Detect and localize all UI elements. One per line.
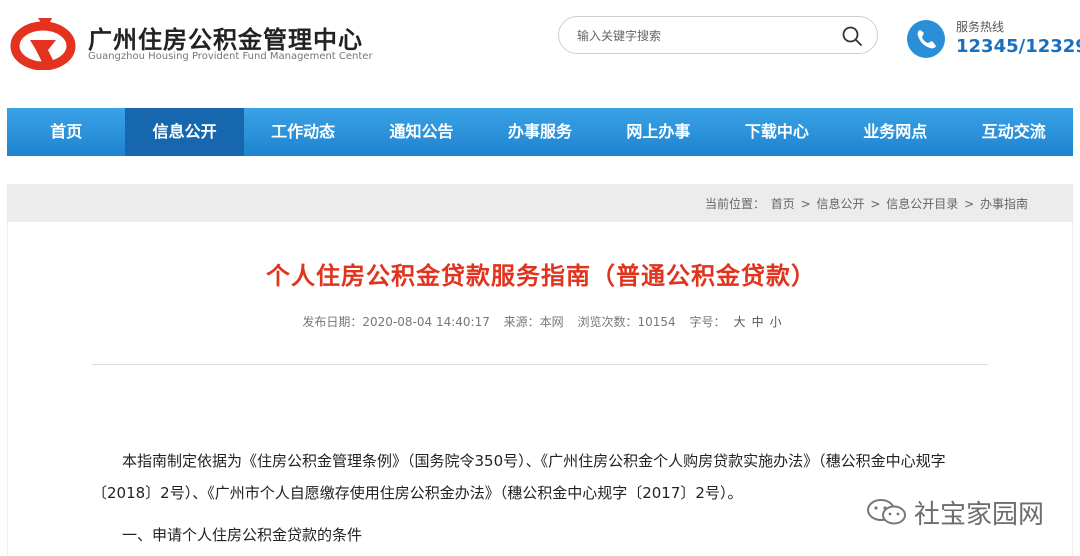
breadcrumb-info-catalog[interactable]: 信息公开目录	[886, 197, 958, 211]
site-header: 广州住房公积金管理中心 Guangzhou Housing Provident …	[0, 0, 1080, 90]
font-size-large[interactable]: 大	[734, 315, 746, 329]
nav-item-home[interactable]: 首页	[7, 108, 125, 156]
breadcrumb-separator: >	[964, 197, 975, 211]
breadcrumb-guide[interactable]: 办事指南	[980, 197, 1028, 211]
article-source: 来源：本网	[503, 315, 564, 329]
breadcrumb-info-disclosure[interactable]: 信息公开	[817, 197, 865, 211]
breadcrumb-prefix: 当前位置：	[704, 197, 765, 211]
nav-item-branches[interactable]: 业务网点	[836, 108, 954, 156]
nav-item-work-news[interactable]: 工作动态	[244, 108, 362, 156]
search-box	[558, 16, 878, 54]
nav-item-services[interactable]: 办事服务	[481, 108, 599, 156]
paragraph-text: 本指南制定依据为《住房公积金管理条例》（国务院令350号）、《广州住房公积金个人…	[92, 452, 946, 502]
hotline-label: 服务热线	[956, 20, 1005, 34]
nav-item-online-services[interactable]: 网上办事	[599, 108, 717, 156]
nav-item-downloads[interactable]: 下载中心	[718, 108, 836, 156]
main-nav: 首页 信息公开 工作动态 通知公告 办事服务 网上办事 下载中心 业务网点 互动…	[7, 108, 1073, 156]
nav-item-info-disclosure[interactable]: 信息公开	[125, 108, 244, 156]
search-input[interactable]	[577, 26, 827, 46]
search-icon[interactable]	[841, 25, 863, 47]
hotline-number: 12345/12329	[956, 36, 1080, 57]
divider	[92, 364, 988, 365]
breadcrumb: 当前位置： 首页 > 信息公开 > 信息公开目录 > 办事指南	[704, 195, 1029, 212]
breadcrumb-bar: 当前位置： 首页 > 信息公开 > 信息公开目录 > 办事指南	[7, 184, 1073, 222]
font-size-small[interactable]: 小	[770, 315, 782, 329]
nav-item-notices[interactable]: 通知公告	[362, 108, 480, 156]
breadcrumb-separator: >	[800, 197, 811, 211]
article-title: 个人住房公积金贷款服务指南（普通公积金贷款）	[266, 262, 816, 290]
phone-icon	[907, 20, 945, 58]
gjj-logo-icon[interactable]	[8, 14, 78, 70]
article-meta: 发布日期：2020-08-04 14:40:17 来源：本网 浏览次数：1015…	[8, 313, 1074, 330]
breadcrumb-separator: >	[870, 197, 881, 211]
publish-date: 发布日期：2020-08-04 14:40:17	[302, 315, 490, 329]
watermark: 社宝家园网	[866, 492, 1056, 532]
font-size-label: 字号：	[689, 315, 726, 329]
view-count: 浏览次数：10154	[577, 315, 676, 329]
font-size-medium[interactable]: 中	[752, 315, 764, 329]
section-heading: 一、申请个人住房公积金贷款的条件	[122, 526, 363, 544]
watermark-text: 社宝家园网	[914, 500, 1045, 530]
nav-item-interaction[interactable]: 互动交流	[955, 108, 1073, 156]
wechat-icon	[867, 499, 906, 525]
org-name-en: Guangzhou Housing Provident Fund Managem…	[88, 51, 373, 62]
org-name-cn: 广州住房公积金管理中心	[88, 26, 363, 54]
breadcrumb-home[interactable]: 首页	[771, 197, 795, 211]
